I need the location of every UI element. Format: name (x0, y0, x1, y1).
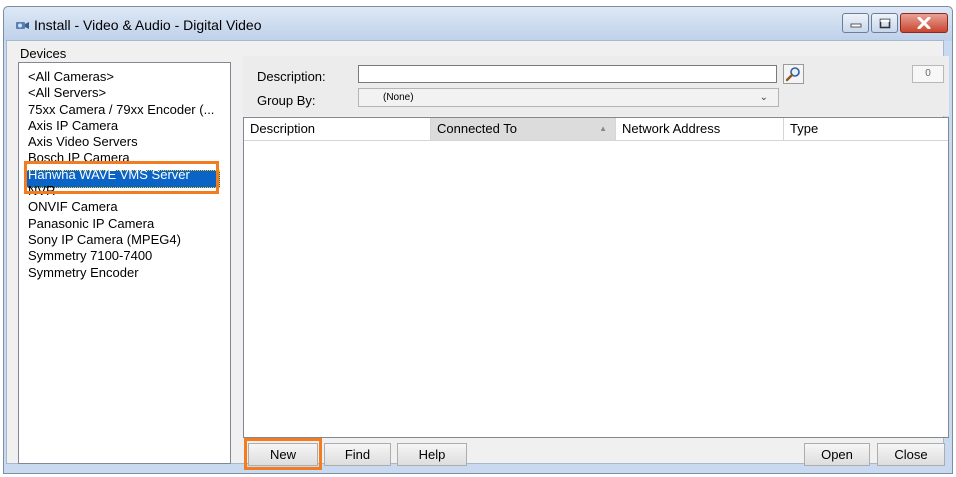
help-button[interactable]: Help (397, 443, 467, 466)
device-item-panasonic-ip-camera[interactable]: Panasonic IP Camera (19, 216, 230, 232)
column-label: Connected To (437, 121, 517, 136)
column-label: Type (790, 121, 819, 136)
device-item-nvr[interactable]: NVR (19, 183, 230, 199)
device-item-symmetry-encoder[interactable]: Symmetry Encoder (19, 265, 230, 281)
result-count: 0 (912, 65, 944, 83)
camera-install-icon (16, 22, 29, 29)
device-item-hanwha-wave-vms[interactable]: Hanwha WAVE VMS Server (19, 167, 230, 183)
open-button[interactable]: Open (804, 443, 870, 466)
grid-header: Description Connected To ▲ Network Addre… (244, 118, 948, 141)
device-item-all-cameras[interactable]: <All Cameras> (19, 69, 230, 85)
column-label: Description (250, 121, 316, 136)
search-button[interactable] (783, 64, 804, 84)
devices-label: Devices (20, 46, 67, 61)
maximize-button[interactable] (871, 13, 898, 33)
device-grid[interactable]: Description Connected To ▲ Network Addre… (243, 117, 949, 438)
device-item-all-servers[interactable]: <All Servers> (19, 85, 230, 101)
maximize-icon (879, 18, 890, 28)
search-icon (785, 67, 800, 82)
groupby-select[interactable]: (None) ⌄ (358, 88, 779, 107)
device-item-bosch-ip-camera[interactable]: Bosch IP Camera (19, 150, 230, 166)
device-item-75xx-camera[interactable]: 75xx Camera / 79xx Encoder (... (19, 102, 230, 118)
column-header-network-address[interactable]: Network Address (616, 118, 784, 140)
device-item-sony-ip-camera[interactable]: Sony IP Camera (MPEG4) (19, 232, 230, 248)
column-label: Network Address (622, 121, 721, 136)
column-header-connected-to[interactable]: Connected To ▲ (431, 118, 616, 140)
window-title: Install - Video & Audio - Digital Video (34, 17, 262, 33)
chevron-down-icon: ⌄ (759, 92, 768, 103)
device-item-onvif-camera[interactable]: ONVIF Camera (19, 199, 230, 215)
groupby-label: Group By: (257, 93, 316, 108)
new-button[interactable]: New (248, 443, 318, 466)
minimize-button[interactable] (842, 13, 869, 33)
device-item-axis-ip-camera[interactable]: Axis IP Camera (19, 118, 230, 134)
title-bar: Install - Video & Audio - Digital Video (4, 7, 952, 41)
device-item-axis-video-servers[interactable]: Axis Video Servers (19, 134, 230, 150)
find-button[interactable]: Find (324, 443, 391, 466)
groupby-value: (None) (383, 92, 414, 103)
close-icon (917, 17, 931, 29)
device-item-symmetry-7100[interactable]: Symmetry 7100-7400 (19, 248, 230, 264)
column-header-type[interactable]: Type (784, 118, 948, 140)
column-header-description[interactable]: Description (244, 118, 431, 140)
sort-ascending-icon: ▲ (599, 124, 607, 133)
description-label: Description: (257, 69, 326, 84)
minimize-icon (850, 23, 861, 28)
close-button[interactable]: Close (877, 443, 945, 466)
close-window-button[interactable] (900, 13, 948, 33)
device-list[interactable]: <All Cameras> <All Servers> 75xx Camera … (18, 62, 231, 464)
description-input[interactable] (358, 65, 777, 83)
